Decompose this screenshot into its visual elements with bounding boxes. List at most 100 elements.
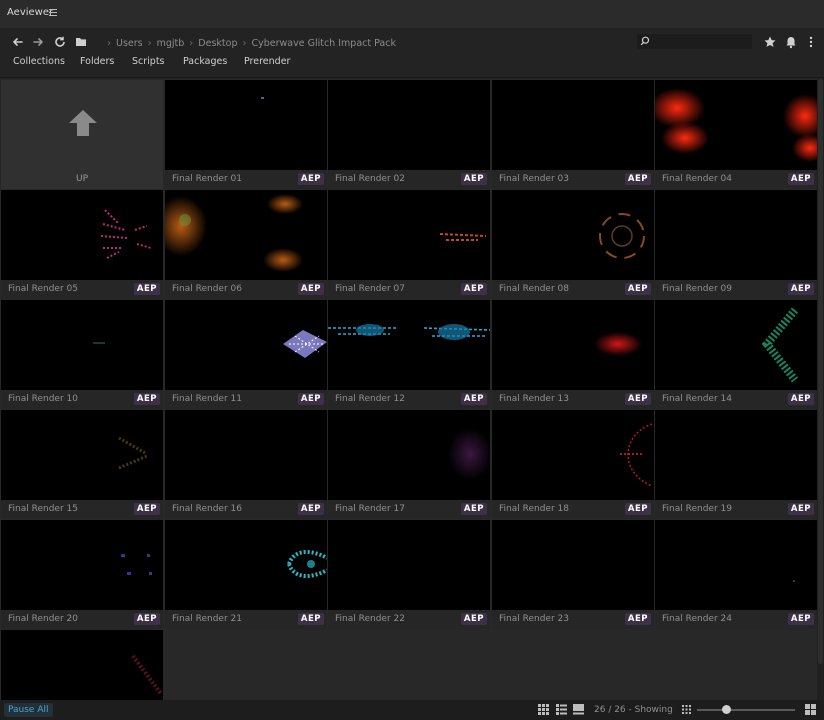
notifications-button[interactable]: [784, 35, 798, 49]
aep-badge: AEP: [624, 173, 651, 185]
thumbnail-preview: [328, 410, 490, 500]
item-tile[interactable]: Final Render 13 AEP: [492, 300, 654, 409]
thumbnail-preview: [165, 410, 327, 500]
item-tile[interactable]: Final Render 14 AEP: [655, 300, 817, 409]
item-tile[interactable]: Final Render 09 AEP: [655, 190, 817, 299]
item-tile[interactable]: Final Render 12 AEP: [328, 300, 490, 409]
zoom-slider-track[interactable]: [697, 709, 795, 711]
thumbnail-preview: [655, 520, 817, 610]
item-count: 26 / 26 - Showing: [594, 705, 673, 715]
thumbnail-preview: [165, 190, 327, 280]
item-tile[interactable]: Final Render 17 AEP: [328, 410, 490, 519]
tile-caption: Final Render 01 AEP: [165, 170, 327, 189]
breadcrumb-users[interactable]: Users: [116, 38, 143, 49]
refresh-button[interactable]: [53, 35, 67, 49]
thumbnail-preview: [1, 300, 163, 390]
more-options-button[interactable]: [804, 35, 818, 49]
item-name: Final Render 13: [499, 394, 569, 404]
tile-caption: Final Render 03 AEP: [492, 170, 654, 189]
item-name: Final Render 18: [499, 504, 569, 514]
breadcrumb: › Users › mgjtb › Desktop › Cyberwave Gl…: [102, 36, 396, 50]
thumbnail-image: [594, 332, 642, 356]
thumbnail-image: [283, 330, 327, 358]
grid-view-icon[interactable]: [538, 704, 549, 715]
thumbnail-image: [165, 194, 303, 272]
search-input[interactable]: [654, 34, 750, 49]
favorites-button[interactable]: [763, 35, 777, 49]
item-tile[interactable]: Final Render 02 AEP: [328, 80, 490, 189]
tile-caption: Final Render 13 AEP: [492, 390, 654, 409]
folder-button[interactable]: [74, 35, 88, 49]
item-tile[interactable]: Final Render 23 AEP: [492, 520, 654, 629]
item-tile[interactable]: Final Render 18 AEP: [492, 410, 654, 519]
hamburger-menu-icon[interactable]: [49, 9, 57, 16]
item-tile[interactable]: Final Render 21 AEP: [165, 520, 327, 629]
thumbnail-preview: [328, 300, 490, 390]
up-folder-tile[interactable]: UP: [1, 80, 163, 189]
item-name: Final Render 21: [172, 614, 242, 624]
more-vertical-icon: [809, 36, 813, 48]
breadcrumb-user[interactable]: mgjtb: [157, 38, 185, 49]
item-tile[interactable]: Final Render 24 AEP: [655, 520, 817, 629]
forward-button[interactable]: [31, 35, 45, 49]
item-tile[interactable]: Final Render 15 AEP: [1, 410, 163, 519]
item-name: Final Render 01: [172, 174, 242, 184]
pause-all-button[interactable]: Pause All: [4, 703, 53, 717]
back-button[interactable]: [11, 35, 25, 49]
small-grid-icon[interactable]: [681, 704, 692, 715]
aep-badge: AEP: [297, 393, 324, 405]
up-tile-preview: [1, 80, 163, 170]
item-tile[interactable]: Final Render 19 AEP: [655, 410, 817, 519]
thumbnail-image: [793, 580, 795, 582]
item-name: Final Render 07: [335, 284, 405, 294]
arrow-up-icon: [69, 110, 97, 136]
item-tile[interactable]: Final Render 05 AEP: [1, 190, 163, 299]
item-tile[interactable]: Final Render 03 AEP: [492, 80, 654, 189]
item-tile[interactable]: Final Render 01 AEP: [165, 80, 327, 189]
thumbnail-preview: [165, 300, 327, 390]
breadcrumb-current-folder[interactable]: Cyberwave Glitch Impact Pack: [251, 38, 395, 49]
chevron-right-icon: ›: [107, 37, 111, 49]
thumbnail-preview: [328, 190, 490, 280]
item-tile[interactable]: Final Render 16 AEP: [165, 410, 327, 519]
item-tile[interactable]: Final Render 08 AEP: [492, 190, 654, 299]
item-tile[interactable]: Final Render 07 AEP: [328, 190, 490, 299]
vertical-scrollbar[interactable]: [817, 79, 824, 700]
item-name: Final Render 11: [172, 394, 242, 404]
tab-prerender[interactable]: Prerender: [244, 56, 290, 67]
scrollbar-thumb[interactable]: [818, 79, 823, 664]
tab-packages[interactable]: Packages: [183, 56, 227, 67]
item-tile[interactable]: Final Render 11 AEP: [165, 300, 327, 409]
item-tile[interactable]: Final Render 22 AEP: [328, 520, 490, 629]
list-view-icon[interactable]: [556, 704, 567, 715]
thumbnail-preview: [165, 80, 327, 170]
item-tile[interactable]: Final Render 10 AEP: [1, 300, 163, 409]
large-thumb-view-icon[interactable]: [573, 704, 584, 715]
item-tile[interactable]: [1, 630, 163, 700]
thumbnail-image: [100, 209, 152, 259]
thumbnail-preview: [1, 630, 163, 700]
item-tile[interactable]: Final Render 20 AEP: [1, 520, 163, 629]
zoom-slider-thumb[interactable]: [721, 705, 731, 714]
tab-scripts[interactable]: Scripts: [132, 56, 165, 67]
thumbnail-preview: [492, 300, 654, 390]
breadcrumb-desktop[interactable]: Desktop: [198, 38, 237, 49]
bell-icon: [786, 37, 796, 49]
thumbnail-preview: [1, 410, 163, 500]
navigation-bar: › Users › mgjtb › Desktop › Cyberwave Gl…: [0, 28, 824, 78]
large-grid-icon[interactable]: [805, 704, 816, 715]
aep-badge: AEP: [297, 613, 324, 625]
item-tile[interactable]: Final Render 06 AEP: [165, 190, 327, 299]
thumbnail-preview: [492, 410, 654, 500]
item-name: Final Render 19: [662, 504, 732, 514]
tile-caption: Final Render 12 AEP: [328, 390, 490, 409]
tab-folders[interactable]: Folders: [80, 56, 114, 67]
search-icon: [640, 36, 650, 46]
thumbnail-preview: [655, 80, 817, 170]
thumbnail-preview: [655, 410, 817, 500]
tab-collections[interactable]: Collections: [13, 56, 65, 67]
aep-badge: AEP: [133, 393, 160, 405]
item-name: Final Render 10: [8, 394, 78, 404]
item-tile[interactable]: Final Render 04 AEP: [655, 80, 817, 189]
item-name: Final Render 05: [8, 284, 78, 294]
